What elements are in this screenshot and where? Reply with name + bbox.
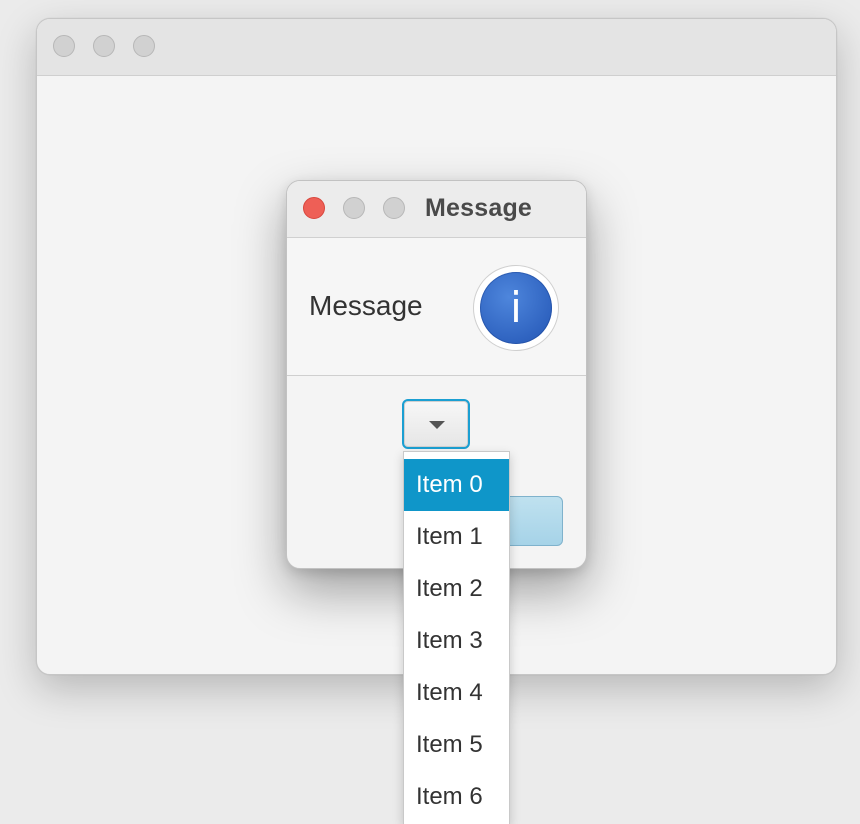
dropdown-list: Item 0 Item 1 Item 2 Item 3 Item 4 Item 5 Item… <box>403 451 510 824</box>
dropdown-item[interactable]: Item 1 <box>404 511 509 563</box>
info-icon-circle: i <box>480 272 552 344</box>
dialog-zoom-button[interactable] <box>383 197 405 219</box>
header-message-text: Message <box>309 290 423 321</box>
dropdown-item[interactable]: Item 5 <box>404 719 509 771</box>
chevron-down-icon <box>429 421 445 429</box>
dropdown-item[interactable]: Item 6 <box>404 771 509 823</box>
dialog-minimize-button[interactable] <box>343 197 365 219</box>
dropdown-item[interactable]: Item 3 <box>404 615 509 667</box>
main-titlebar <box>37 19 836 76</box>
dialog-title: Message <box>425 194 533 222</box>
dropdown-item[interactable]: Item 4 <box>404 667 509 719</box>
dropdown-item[interactable]: Item 2 <box>404 563 509 615</box>
dialog-header: Message i <box>287 238 586 376</box>
info-icon: i <box>473 265 559 351</box>
close-window-button[interactable] <box>53 35 75 57</box>
dialog-titlebar: Message <box>287 181 586 238</box>
combo-box[interactable] <box>402 399 470 449</box>
minimize-window-button[interactable] <box>93 35 115 57</box>
zoom-window-button[interactable] <box>133 35 155 57</box>
dialog-close-button[interactable] <box>303 197 325 219</box>
desktop: Message Message i Item 0 Item 1 Item 2 Item… <box>0 0 860 824</box>
dropdown-item[interactable]: Item 0 <box>404 459 509 511</box>
info-icon-glyph: i <box>510 283 522 332</box>
